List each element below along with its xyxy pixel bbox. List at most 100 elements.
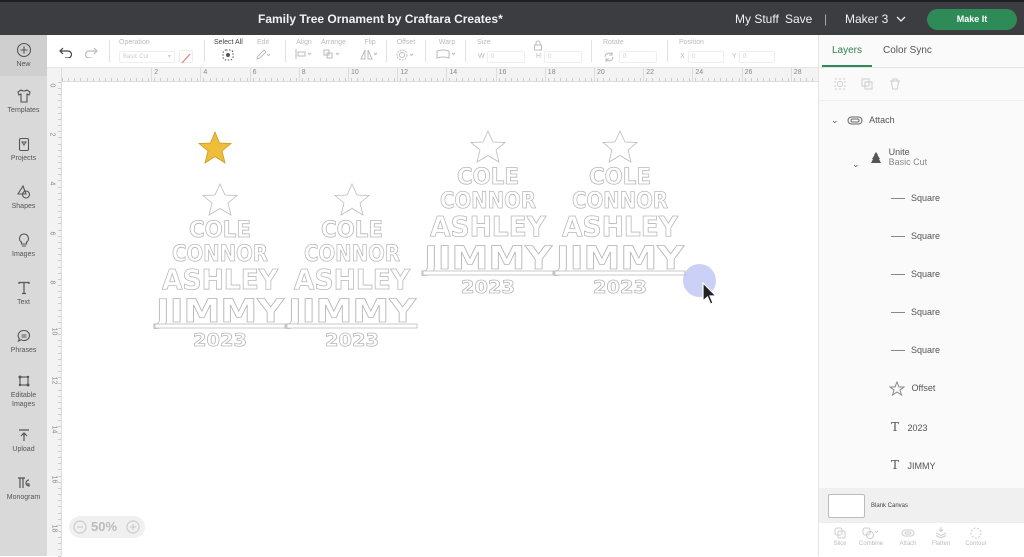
contour-button[interactable]: Contour: [960, 527, 992, 547]
ruler-minor-tick: [271, 78, 273, 81]
group-icon[interactable]: [834, 78, 846, 90]
ruler-minor-tick: [58, 475, 61, 477]
ruler-minor-tick: [252, 78, 254, 81]
trash-icon[interactable]: [889, 78, 901, 90]
ornament-base-bar: [422, 270, 554, 276]
upload-icon: [18, 429, 29, 441]
layer-unite[interactable]: ⌄ Unite Basic Cut: [852, 147, 927, 169]
ornament-design[interactable]: COLECONNORASHLEYJIMMY2023: [285, 183, 418, 351]
sidebar-item-new[interactable]: New: [0, 35, 47, 76]
sidebar-item-text[interactable]: Text: [0, 280, 47, 307]
star-shape[interactable]: [197, 131, 233, 165]
ornament-design[interactable]: COLECONNORASHLEYJIMMY2023: [153, 183, 286, 351]
layer-square[interactable]: Square: [891, 231, 940, 241]
tab-color-sync[interactable]: Color Sync: [883, 45, 932, 56]
align-button[interactable]: Align: [295, 39, 313, 61]
color-swatch[interactable]: [179, 50, 193, 64]
ruler-minor-tick: [664, 78, 666, 81]
y-input[interactable]: 0: [739, 51, 775, 63]
tab-layers[interactable]: Layers: [832, 45, 862, 56]
ruler-minor-tick: [58, 371, 61, 373]
attach-button[interactable]: Attach: [892, 527, 924, 547]
sidebar-item-shapes[interactable]: Shapes: [0, 184, 47, 211]
ruler-tick-label: 10: [351, 69, 359, 76]
sidebar-label: Upload: [12, 446, 35, 453]
chevron-down-icon[interactable]: ⌄: [831, 115, 839, 125]
flip-button[interactable]: Flip: [360, 39, 380, 62]
warp-button[interactable]: Warp: [436, 39, 458, 61]
layer-text-jimmy[interactable]: T JIMMY: [891, 458, 936, 472]
height-input[interactable]: 0: [544, 51, 582, 63]
ruler-minor-tick: [105, 78, 107, 81]
machine-selector[interactable]: Maker 3: [845, 12, 906, 26]
redo-icon[interactable]: [84, 46, 98, 58]
layer-square[interactable]: Square: [891, 193, 940, 203]
shirt-icon: [16, 89, 31, 103]
flatten-button[interactable]: Flatten: [925, 527, 957, 547]
operation-select[interactable]: Basic Cut ▾: [119, 51, 175, 63]
my-stuff-link[interactable]: My Stuff: [735, 12, 779, 26]
ruler-minor-tick: [58, 364, 61, 366]
layer-offset[interactable]: Offset: [888, 380, 935, 397]
size-label: Size: [477, 39, 491, 46]
ornament-star: [201, 183, 239, 216]
sidebar-item-templates[interactable]: Templates: [0, 88, 47, 115]
combine-button[interactable]: Combine: [855, 527, 887, 547]
save-link[interactable]: Save: [785, 12, 812, 26]
arrange-button[interactable]: Arrange: [321, 39, 346, 61]
ruler-major-tick: [151, 68, 153, 82]
ruler-major-tick: [594, 68, 595, 82]
offset-button[interactable]: Offset: [396, 39, 416, 63]
ornament-design[interactable]: COLECONNORASHLEYJIMMY2023: [553, 130, 686, 298]
undo-icon[interactable]: [59, 46, 73, 58]
height-value: 0: [548, 54, 552, 60]
ruler-minor-tick: [58, 420, 61, 422]
rotate-input[interactable]: 0: [619, 51, 657, 63]
layer-attach[interactable]: ⌄ Attach: [831, 115, 895, 126]
chevron-down-icon[interactable]: ⌄: [852, 159, 860, 169]
duplicate-icon[interactable]: [861, 78, 873, 90]
sidebar-item-projects[interactable]: Projects: [0, 136, 47, 163]
ruler-minor-tick: [58, 161, 61, 163]
ruler-minor-tick: [246, 78, 248, 81]
edit-button[interactable]: Edit: [255, 39, 271, 62]
select-all-button[interactable]: Select All: [214, 39, 243, 63]
ruler-minor-tick: [58, 82, 61, 83]
ruler-minor-tick: [338, 78, 340, 81]
slice-button[interactable]: Slice: [824, 527, 856, 547]
ruler-minor-tick: [234, 78, 236, 81]
ruler-minor-tick: [68, 78, 70, 81]
zoom-in-icon[interactable]: [126, 520, 140, 534]
ruler-minor-tick: [443, 78, 445, 81]
layer-square[interactable]: Square: [891, 307, 940, 317]
lock-icon[interactable]: [533, 40, 543, 51]
make-it-button[interactable]: Make It: [927, 9, 1017, 30]
layer-text-2023[interactable]: T 2023: [891, 420, 928, 434]
sidebar-item-phrases[interactable]: Phrases: [0, 328, 47, 355]
design-canvas[interactable]: COLE CONNOR ASHLEY JIMMY 2023 COLE CONNOR ASHLE…: [62, 82, 818, 556]
ruler-minor-tick: [646, 78, 648, 81]
sidebar-item-editable-images[interactable]: Editable Images: [0, 373, 47, 409]
ruler-minor-tick: [326, 78, 328, 81]
sidebar-item-monogram[interactable]: Monogram: [0, 475, 47, 502]
ruler-minor-tick: [750, 78, 752, 81]
ruler-tick-label: 8: [301, 69, 306, 76]
ruler-minor-tick: [58, 260, 61, 262]
ruler-minor-tick: [793, 78, 795, 81]
x-input[interactable]: 0: [688, 51, 724, 63]
width-label: W: [478, 53, 485, 60]
attach-icon: [901, 529, 915, 537]
rotate-icon[interactable]: [603, 51, 615, 63]
blank-canvas-swatch[interactable]: [828, 494, 865, 518]
layer-square[interactable]: Square: [891, 345, 940, 355]
sidebar-item-images[interactable]: Images: [0, 232, 47, 259]
layer-square[interactable]: Square: [891, 269, 940, 279]
sidebar-label: Phrases: [10, 347, 37, 354]
ornament-design[interactable]: COLECONNORASHLEYJIMMY2023: [421, 130, 554, 298]
sidebar-item-upload[interactable]: Upload: [0, 427, 47, 454]
ruler-minor-tick: [58, 407, 61, 409]
ruler-minor-tick: [418, 78, 420, 81]
zoom-out-icon[interactable]: [73, 520, 87, 534]
ornament-name: COLE: [189, 218, 251, 243]
width-input[interactable]: 0: [487, 51, 525, 63]
